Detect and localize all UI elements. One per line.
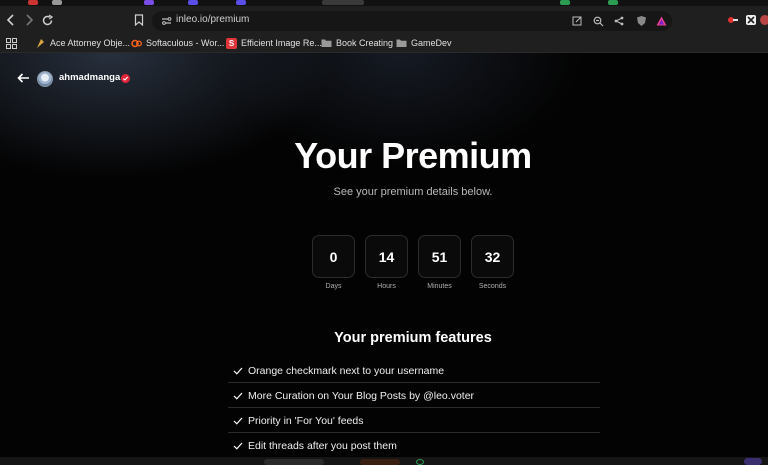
bookmark-page-button[interactable]	[130, 11, 148, 29]
countdown-hours-value: 14	[365, 235, 408, 278]
browser-toolbar: inleo.io/premium	[0, 6, 768, 34]
feature-text: More Curation on Your Blog Posts by @leo…	[248, 389, 475, 402]
s-favicon-icon: S	[226, 37, 237, 49]
check-icon	[232, 365, 244, 377]
bookmark-folder-gamedev[interactable]: GameDev	[396, 36, 452, 50]
check-icon	[232, 415, 244, 427]
page-title: Your Premium	[294, 135, 532, 176]
back-nav-button[interactable]	[2, 11, 20, 29]
site-info-icon[interactable]	[159, 14, 173, 28]
countdown-minutes-label: Minutes	[427, 283, 452, 290]
bookmark-label: Softaculous - Wor...	[146, 38, 225, 48]
tab-favicon[interactable]	[236, 0, 246, 5]
tab-favicon[interactable]	[28, 0, 38, 5]
feature-text: Orange checkmark next to your username	[248, 364, 445, 377]
feature-text: Priority in 'For You' feeds	[248, 414, 364, 427]
avatar[interactable]	[37, 71, 53, 87]
back-button[interactable]	[15, 71, 31, 85]
bookmark-label: Book Creating	[336, 38, 394, 48]
bookmarks-bar: Ace Attorney Obje... Softaculous - Wor..…	[0, 34, 768, 53]
zoom-icon[interactable]	[591, 14, 605, 28]
folder-icon	[396, 38, 407, 49]
reload-icon	[42, 13, 53, 25]
feature-text: Edit threads after you post them	[248, 439, 397, 452]
status-icon	[416, 459, 424, 465]
bookmark-label: GameDev	[411, 38, 452, 48]
bookmark-efficient-image[interactable]: S Efficient Image Re...	[226, 36, 322, 50]
feature-item: More Curation on Your Blog Posts by @leo…	[228, 384, 600, 408]
bookmark-folder-book-creating[interactable]: Book Creating	[321, 36, 393, 50]
feature-item: Edit threads after you post them	[228, 434, 600, 457]
bookmark-ace-attorney[interactable]: Ace Attorney Obje...	[35, 36, 130, 50]
chevron-left-icon	[6, 14, 14, 26]
bottom-bar	[0, 457, 768, 465]
forward-nav-button[interactable]	[20, 11, 38, 29]
bookmark-label: Ace Attorney Obje...	[50, 38, 131, 48]
verified-badge-icon	[121, 74, 130, 83]
extension-button[interactable]	[724, 11, 742, 29]
address-bar[interactable]: inleo.io/premium	[152, 11, 672, 31]
arrow-left-icon	[16, 73, 29, 83]
feature-item: Priority in 'For You' feeds	[228, 409, 600, 433]
page-subtitle: See your premium details below.	[333, 186, 493, 198]
url-text: inleo.io/premium	[176, 14, 250, 25]
key-extension-icon	[728, 17, 738, 23]
tab-favicon[interactable]	[608, 0, 618, 5]
bookmark-icon	[134, 14, 144, 26]
bottom-bar-pill[interactable]	[360, 459, 400, 465]
folder-icon	[321, 38, 332, 49]
bookmark-label: Efficient Image Re...	[241, 38, 322, 48]
profile-icon	[760, 15, 768, 25]
tab-favicon[interactable]	[560, 0, 570, 5]
tab-favicon[interactable]	[52, 0, 62, 5]
open-in-app-icon[interactable]	[570, 14, 584, 28]
check-icon	[232, 390, 244, 402]
countdown-minutes-value: 51	[418, 235, 461, 278]
share-icon[interactable]	[612, 14, 626, 28]
tab-favicon[interactable]	[144, 0, 154, 5]
ace-attorney-favicon-icon	[35, 38, 46, 49]
apps-grid-icon	[6, 37, 17, 49]
countdown-seconds-label: Seconds	[478, 283, 507, 290]
chevron-right-icon	[26, 14, 34, 26]
countdown-hours-label: Hours	[377, 283, 396, 290]
countdown-days-label: Days	[325, 283, 342, 290]
bottom-bar-pill[interactable]	[264, 459, 324, 465]
chat-icon[interactable]	[744, 458, 762, 465]
brave-rewards-icon[interactable]	[654, 14, 668, 28]
feature-item: Orange checkmark next to your username	[228, 359, 600, 383]
apps-grid-button[interactable]	[6, 36, 17, 50]
softaculous-favicon-icon	[131, 38, 142, 49]
countdown-seconds-value: 32	[471, 235, 514, 278]
premium-page: ahmadmanga Your Premium See your premium…	[0, 53, 768, 457]
reload-button[interactable]	[38, 11, 56, 29]
profile-username[interactable]: ahmadmanga	[59, 72, 120, 83]
countdown-days-value: 0	[312, 235, 355, 278]
brave-shields-icon[interactable]	[634, 14, 648, 28]
profile-button[interactable]	[756, 11, 768, 29]
check-icon	[232, 440, 244, 452]
tab-favicon[interactable]	[188, 0, 198, 5]
features-title: Your premium features	[334, 330, 492, 346]
tab-active[interactable]	[322, 0, 364, 5]
bookmark-softaculous[interactable]: Softaculous - Wor...	[131, 36, 224, 50]
